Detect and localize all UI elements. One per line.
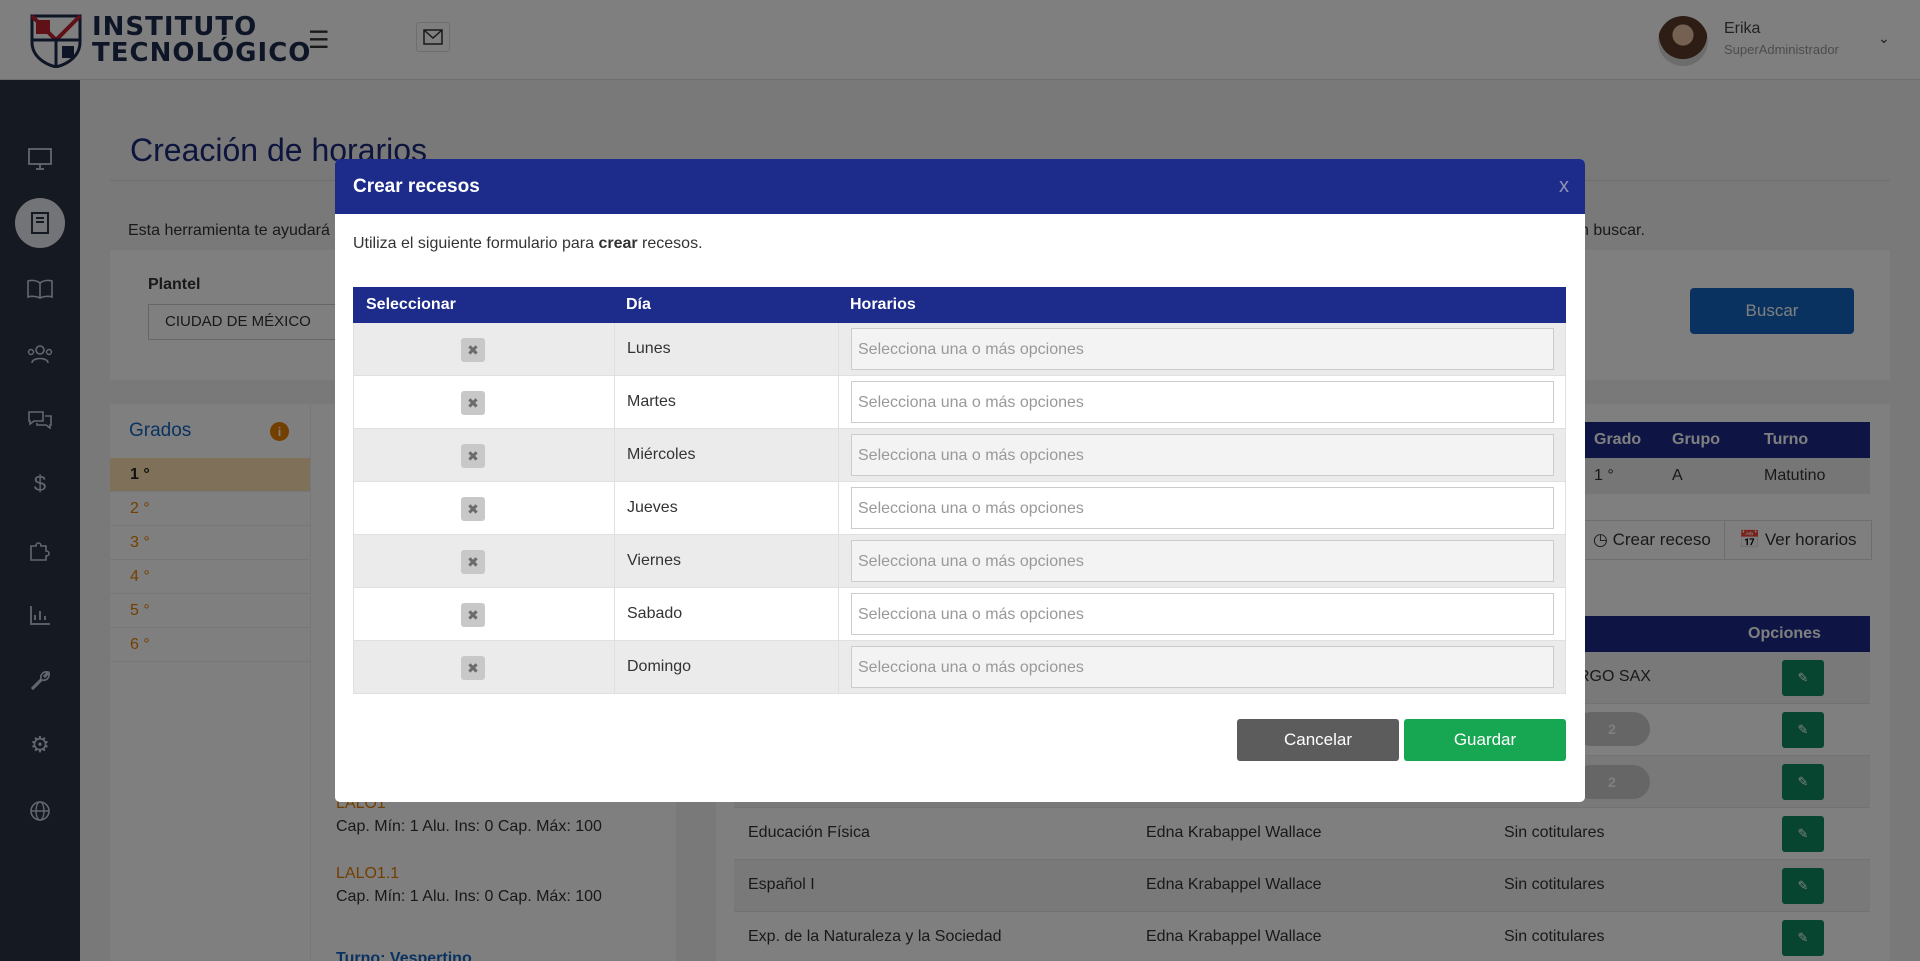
table-row: ✖ Domingo Selecciona una o más opciones [353, 641, 1566, 694]
column-divider [838, 376, 839, 428]
table-row: ✖ Sabado Selecciona una o más opciones [353, 588, 1566, 641]
save-button[interactable]: Guardar [1404, 719, 1566, 761]
select-checkbox[interactable]: ✖ [461, 603, 485, 627]
x-icon: ✖ [467, 606, 479, 623]
x-icon: ✖ [467, 553, 479, 570]
schedule-multiselect[interactable]: Selecciona una o más opciones [851, 646, 1554, 688]
modal-header: Crear recesos x [335, 159, 1585, 214]
select-checkbox[interactable]: ✖ [461, 391, 485, 415]
breaks-table: Seleccionar Día Horarios ✖ Lunes Seleccion… [353, 287, 1566, 694]
table-row: ✖ Jueves Selecciona una o más opciones [353, 482, 1566, 535]
x-icon: ✖ [467, 659, 479, 676]
day-label: Jueves [627, 499, 678, 516]
table-row: ✖ Lunes Selecciona una o más opciones [353, 323, 1566, 376]
schedule-multiselect[interactable]: Selecciona una o más opciones [851, 593, 1554, 635]
x-icon: ✖ [467, 447, 479, 464]
day-label: Martes [627, 393, 676, 410]
create-breaks-modal: Crear recesos x Utiliza el siguiente for… [335, 159, 1585, 802]
schedule-multiselect[interactable]: Selecciona una o más opciones [851, 540, 1554, 582]
table-row: ✖ Miércoles Selecciona una o más opciones [353, 429, 1566, 482]
column-divider [838, 323, 839, 375]
day-label: Viernes [627, 552, 681, 569]
column-divider [614, 429, 615, 481]
schedule-multiselect[interactable]: Selecciona una o más opciones [851, 381, 1554, 423]
column-divider [838, 588, 839, 640]
table-row: ✖ Viernes Selecciona una o más opciones [353, 535, 1566, 588]
day-label: Domingo [627, 658, 692, 675]
select-checkbox[interactable]: ✖ [461, 338, 485, 362]
select-checkbox[interactable]: ✖ [461, 656, 485, 680]
modal-description: Utiliza el siguiente formulario para cre… [353, 235, 703, 252]
x-icon: ✖ [467, 394, 479, 411]
schedule-multiselect[interactable]: Selecciona una o más opciones [851, 487, 1554, 529]
column-divider [614, 323, 615, 375]
header-dia: Día [626, 296, 651, 313]
header-seleccionar: Seleccionar [366, 296, 456, 313]
column-divider [838, 535, 839, 587]
day-label: Miércoles [627, 446, 696, 463]
column-divider [614, 482, 615, 534]
column-divider [614, 588, 615, 640]
x-icon: ✖ [467, 500, 479, 517]
select-checkbox[interactable]: ✖ [461, 550, 485, 574]
column-divider [838, 641, 839, 693]
column-divider [838, 429, 839, 481]
column-divider [838, 482, 839, 534]
table-row: ✖ Martes Selecciona una o más opciones [353, 376, 1566, 429]
select-checkbox[interactable]: ✖ [461, 497, 485, 521]
day-label: Sabado [627, 605, 683, 622]
day-label: Lunes [627, 340, 671, 357]
cancel-button[interactable]: Cancelar [1237, 719, 1399, 761]
select-checkbox[interactable]: ✖ [461, 444, 485, 468]
schedule-multiselect[interactable]: Selecciona una o más opciones [851, 328, 1554, 370]
close-icon[interactable]: x [1559, 175, 1569, 198]
column-divider [614, 641, 615, 693]
table-header: Seleccionar Día Horarios [353, 287, 1566, 323]
column-divider [614, 376, 615, 428]
column-divider [614, 535, 615, 587]
x-icon: ✖ [467, 341, 479, 358]
header-horarios: Horarios [850, 296, 916, 313]
modal-title: Crear recesos [353, 176, 480, 197]
schedule-multiselect[interactable]: Selecciona una o más opciones [851, 434, 1554, 476]
